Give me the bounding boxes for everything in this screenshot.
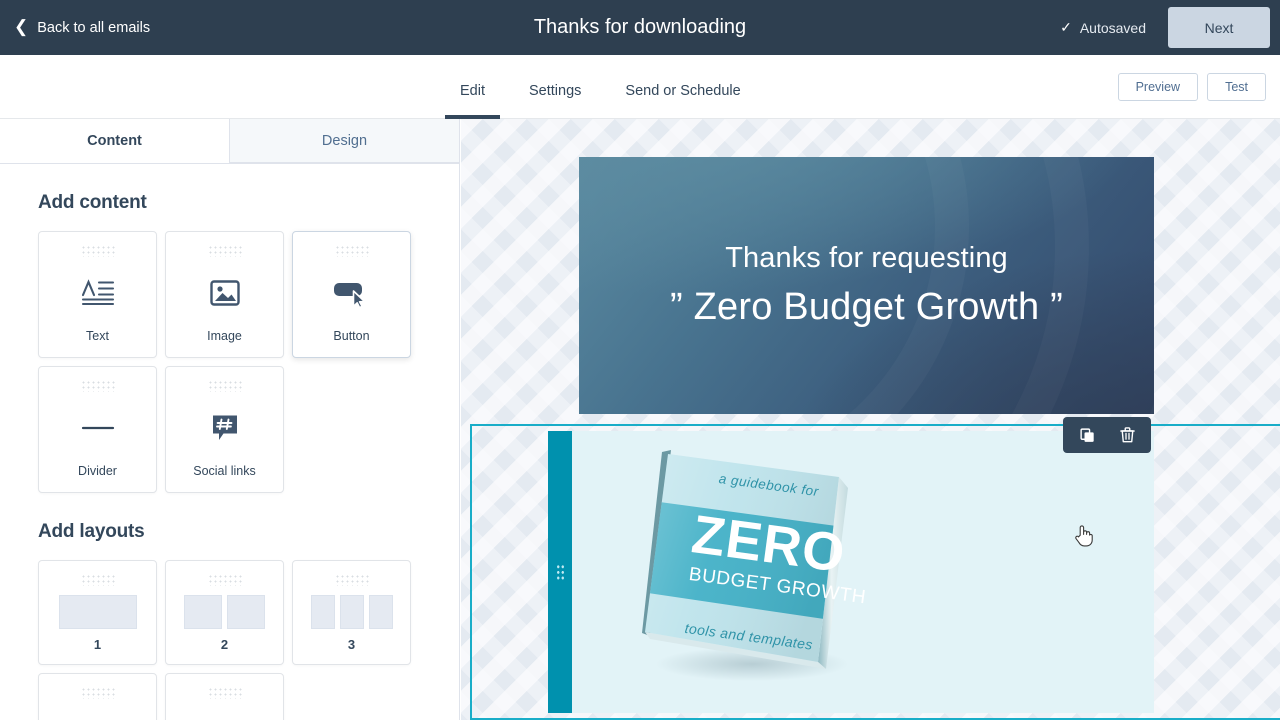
tab-settings[interactable]: Settings xyxy=(529,83,581,119)
sidebar-tabs: Content Design xyxy=(0,119,459,164)
drag-grip-icon xyxy=(207,687,242,699)
layout-column xyxy=(184,594,222,629)
chevron-left-icon: ❮ xyxy=(14,17,29,36)
layout-card-3[interactable]: 3 xyxy=(292,560,411,665)
drag-grip-icon xyxy=(207,245,242,257)
layout-card-label: 2 xyxy=(220,637,229,652)
layout-card-label: 3 xyxy=(347,637,356,652)
drag-grip-icon xyxy=(555,563,565,581)
drag-grip-icon xyxy=(80,574,115,586)
preview-button[interactable]: Preview xyxy=(1117,73,1199,101)
layout-column xyxy=(310,594,335,629)
drag-grip-icon xyxy=(80,687,115,699)
banner-line-1: Thanks for requesting xyxy=(725,242,1008,274)
main-tab-bar: Edit Settings Send or Schedule Preview T… xyxy=(0,55,1280,119)
autosaved-status: ✓ Autosaved xyxy=(1060,19,1146,36)
module-drag-handle[interactable] xyxy=(548,431,572,713)
layout-preview-3-column xyxy=(310,586,393,637)
module-card-button[interactable]: Button xyxy=(292,231,411,358)
layout-column xyxy=(339,594,364,629)
image-icon xyxy=(209,257,240,329)
module-card-divider[interactable]: Divider xyxy=(38,366,157,493)
sidebar-tab-content[interactable]: Content xyxy=(0,119,229,163)
layout-column xyxy=(227,594,265,629)
layout-card-1[interactable]: 1 xyxy=(38,560,157,665)
drag-grip-icon xyxy=(80,380,115,392)
autosaved-label: Autosaved xyxy=(1079,19,1146,36)
drag-grip-icon xyxy=(207,574,242,586)
duplicate-icon[interactable] xyxy=(1072,420,1102,450)
test-button[interactable]: Test xyxy=(1207,73,1266,101)
add-content-grid: Text Image Button Divider Social links xyxy=(38,231,421,493)
tab-edit[interactable]: Edit xyxy=(445,83,500,119)
add-content-heading: Add content xyxy=(38,192,147,213)
image-module-body[interactable]: a guidebook for ZERO BUDGET GROWTH tools… xyxy=(572,431,1154,713)
text-icon xyxy=(81,257,115,329)
back-to-all-emails-label: Back to all emails xyxy=(37,19,151,36)
email-banner-module[interactable]: Thanks for requesting ” Zero Budget Grow… xyxy=(579,157,1154,414)
layout-card-2[interactable]: 2 xyxy=(165,560,284,665)
email-canvas: Thanks for requesting ” Zero Budget Grow… xyxy=(461,119,1280,720)
layout-card-4-partial[interactable] xyxy=(38,673,157,720)
layout-column xyxy=(58,594,137,629)
next-button[interactable]: Next xyxy=(1168,7,1270,48)
module-card-label: Text xyxy=(86,329,109,343)
layout-card-5-partial[interactable] xyxy=(165,673,284,720)
module-card-text[interactable]: Text xyxy=(38,231,157,358)
ebook-cover-image: a guidebook for ZERO BUDGET GROWTH tools… xyxy=(572,431,1154,713)
add-layouts-heading: Add layouts xyxy=(38,521,145,542)
banner-text: Thanks for requesting ” Zero Budget Grow… xyxy=(579,157,1154,414)
sidebar-tab-design[interactable]: Design xyxy=(229,119,459,163)
drag-grip-icon xyxy=(80,245,115,257)
module-toolbar xyxy=(1063,417,1151,453)
layout-preview-1-column xyxy=(58,586,137,637)
module-card-label: Button xyxy=(333,329,370,343)
module-card-label: Social links xyxy=(193,464,256,478)
check-icon: ✓ xyxy=(1060,19,1072,35)
drag-grip-icon xyxy=(334,574,369,586)
layout-preview-2-column xyxy=(184,586,265,637)
add-layouts-grid: 1 2 3 xyxy=(38,560,421,720)
module-card-social-links[interactable]: Social links xyxy=(165,366,284,493)
divider-icon xyxy=(81,392,115,464)
module-card-image[interactable]: Image xyxy=(165,231,284,358)
drag-grip-icon xyxy=(334,245,369,257)
banner-line-2: ” Zero Budget Growth ” xyxy=(670,286,1063,328)
layout-card-label: 1 xyxy=(93,637,102,652)
main-tabs: Edit Settings Send or Schedule xyxy=(445,55,785,119)
module-card-label: Image xyxy=(207,329,242,343)
trash-icon[interactable] xyxy=(1112,420,1142,450)
social-links-icon xyxy=(211,392,239,464)
editor-sidebar: Content Design Add content Text Image Bu… xyxy=(0,119,460,720)
preview-test-actions: Preview Test xyxy=(1117,55,1266,119)
drag-grip-icon xyxy=(207,380,242,392)
layout-column xyxy=(368,594,393,629)
top-bar-actions: ✓ Autosaved Next xyxy=(1060,0,1280,55)
sidebar-body: Add content Text Image Button Divider So… xyxy=(0,192,459,720)
module-card-label: Divider xyxy=(78,464,117,478)
top-bar: ❮ Back to all emails Thanks for download… xyxy=(0,0,1280,55)
button-icon xyxy=(333,257,371,329)
back-to-all-emails-link[interactable]: ❮ Back to all emails xyxy=(0,17,151,36)
tab-send-or-schedule[interactable]: Send or Schedule xyxy=(625,83,740,119)
